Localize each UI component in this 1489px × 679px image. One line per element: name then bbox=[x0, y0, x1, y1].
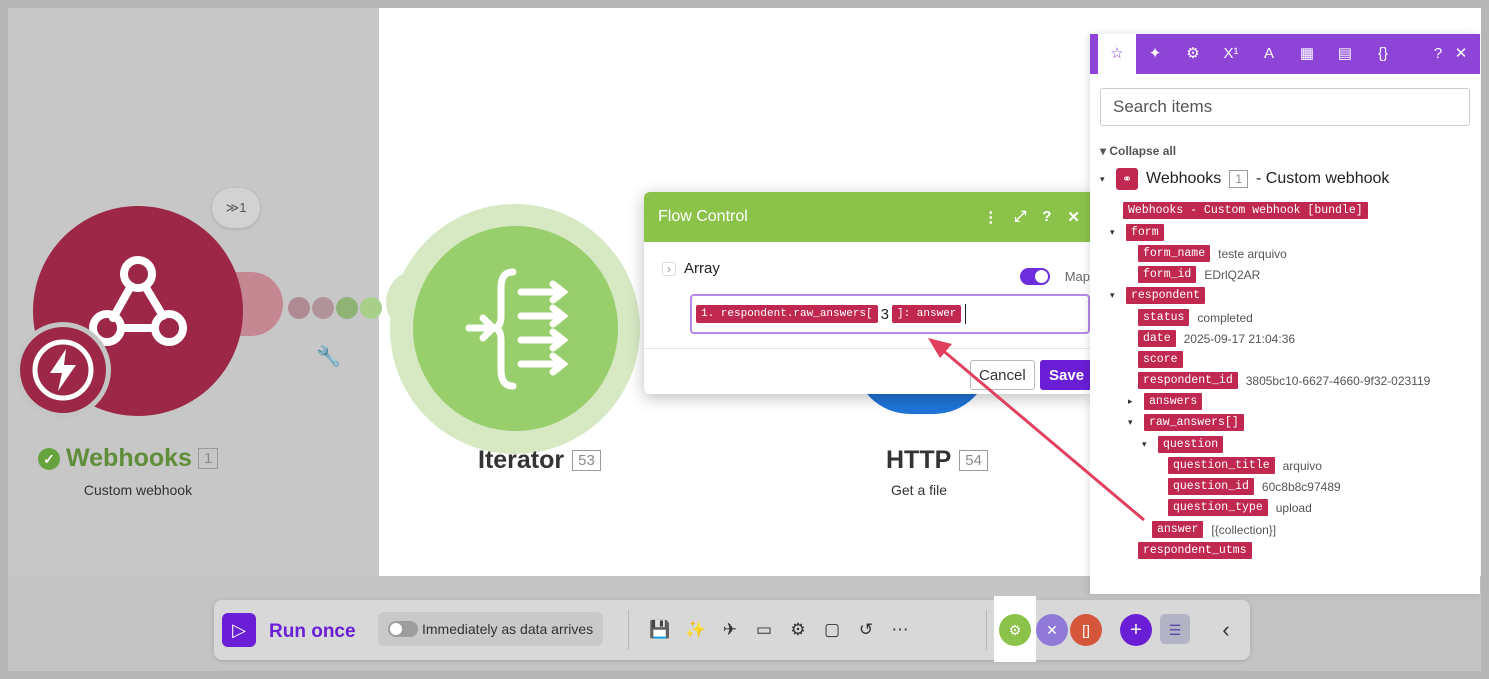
save-icon[interactable]: 💾 bbox=[648, 618, 672, 642]
settings-icon[interactable]: ⚙ bbox=[786, 618, 810, 642]
divider bbox=[986, 610, 987, 650]
tools-icon[interactable]: ✕ bbox=[1036, 614, 1068, 646]
airplane-icon[interactable]: ✈ bbox=[718, 618, 742, 642]
add-module-icon[interactable]: + bbox=[1120, 614, 1152, 646]
run-once-button[interactable]: Run once bbox=[269, 621, 356, 643]
divider bbox=[628, 610, 629, 650]
scenario-canvas: ≫1 🔧 ✓ Webhooks 1 Custom webhook Iterato… bbox=[8, 8, 1481, 671]
router-icon[interactable]: ▭ bbox=[752, 618, 776, 642]
chevron-left-icon[interactable]: ‹ bbox=[1214, 618, 1238, 642]
note-icon[interactable]: ▢ bbox=[820, 618, 844, 642]
play-icon[interactable]: ▷ bbox=[222, 613, 256, 647]
more-icon[interactable]: ⋯ bbox=[888, 618, 912, 642]
checklist-icon[interactable]: ☰ bbox=[1160, 614, 1190, 644]
flow-control-icon[interactable]: ⚙ bbox=[999, 614, 1031, 646]
magic-wand-icon[interactable]: ✨ bbox=[684, 618, 708, 642]
immediately-toggle[interactable]: Immediately as data arrives bbox=[378, 612, 604, 646]
annotation-arrow bbox=[928, 338, 1145, 522]
bottom-toolbar: ▷ Run once Immediately as data arrives 💾… bbox=[214, 596, 1250, 662]
immediately-label: Immediately as data arrives bbox=[422, 621, 594, 637]
text-parser-icon[interactable]: [] bbox=[1070, 614, 1102, 646]
undo-icon[interactable]: ↺ bbox=[854, 618, 878, 642]
schedule-toggle[interactable] bbox=[388, 621, 418, 637]
